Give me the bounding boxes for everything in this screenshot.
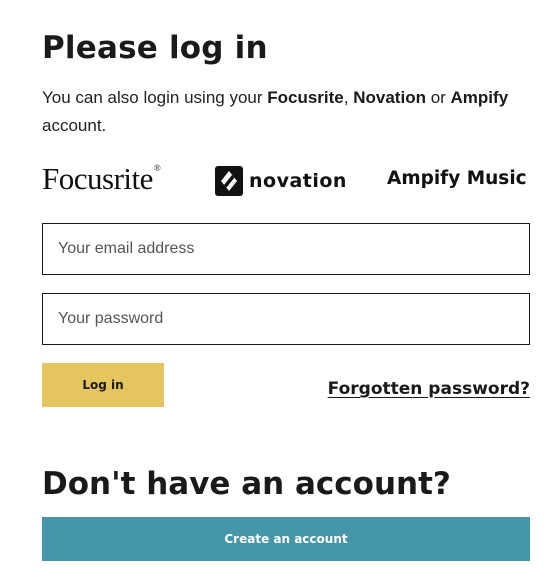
intro-prefix: You can also login using your (42, 88, 268, 107)
password-field[interactable] (42, 293, 530, 345)
create-account-button[interactable]: Create an account (42, 517, 530, 561)
brand-logos: Focusrite® novation Ampify Music (42, 160, 530, 204)
intro-brand-ampify: Ampify (450, 88, 509, 107)
login-button[interactable]: Log in (42, 363, 164, 407)
registered-mark: ® (153, 163, 161, 173)
login-intro-text: You can also login using your Focusrite,… (42, 84, 530, 140)
novation-logo: novation (215, 166, 347, 196)
forgot-password-link[interactable]: Forgotten password? (328, 379, 530, 399)
novation-logo-icon (215, 166, 243, 196)
intro-brand-focusrite: Focusrite (267, 88, 344, 107)
email-field[interactable] (42, 223, 530, 275)
focusrite-logo: Focusrite® (42, 161, 161, 197)
focusrite-logo-text: Focusrite (42, 161, 153, 196)
page-title: Please log in (42, 30, 268, 66)
intro-separator-1: , (343, 88, 354, 107)
signup-heading: Don't have an account? (42, 466, 451, 502)
novation-logo-text: novation (249, 170, 347, 192)
intro-separator-2: or (425, 88, 451, 107)
intro-suffix: account. (42, 116, 107, 135)
intro-brand-novation: Novation (353, 88, 426, 107)
ampify-logo: Ampify Music (387, 168, 527, 189)
